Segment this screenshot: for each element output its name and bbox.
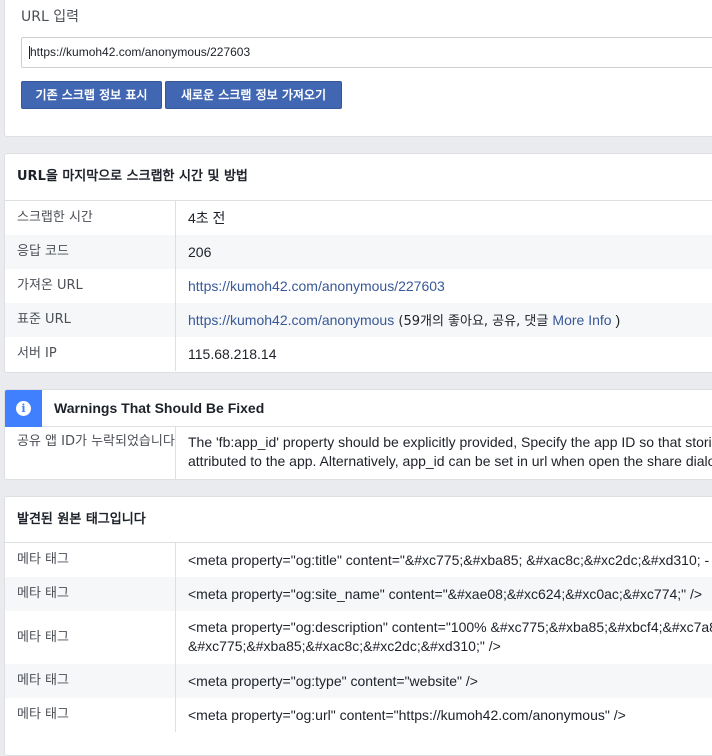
warning-message: The 'fb:app_id' property should be expli…: [176, 427, 712, 479]
url-input-card: URL 입력 https://kumoh42.com/anonymous/227…: [4, 0, 712, 137]
scrape-info-card: URL을 마지막으로 스크랩한 시간 및 방법 스크랩한 시간 4초 전 응답 …: [4, 153, 712, 373]
more-info-link[interactable]: More Info: [552, 312, 611, 328]
scrape-info-title: URL을 마지막으로 스크랩한 시간 및 방법: [5, 154, 712, 201]
table-row: 공유 앱 ID가 누락되었습니다 The 'fb:app_id' propert…: [5, 427, 712, 479]
row-label: 스크랩한 시간: [5, 201, 176, 235]
table-row: 응답 코드 206: [5, 235, 712, 269]
canonical-url-cell: https://kumoh42.com/anonymous (59개의 좋아요,…: [176, 303, 712, 337]
response-code-value: 206: [188, 244, 212, 260]
server-ip-value: 115.68.218.14: [188, 346, 277, 362]
warning-message-line: The 'fb:app_id' property should be expli…: [188, 434, 712, 450]
meta-tag-line: &#xc775;&#xba85;&#xac8c;&#xc2dc;&#xd310;…: [188, 638, 501, 654]
table-row: 서버 IP 115.68.218.14: [5, 337, 712, 371]
row-label: 서버 IP: [5, 337, 176, 371]
table-row: 스크랩한 시간 4초 전: [5, 201, 712, 235]
show-existing-scrape-button[interactable]: 기존 스크랩 정보 표시: [21, 81, 162, 109]
table-row: 메타 태그 <meta property="og:type" content="…: [5, 664, 712, 698]
url-input[interactable]: https://kumoh42.com/anonymous/227603: [21, 37, 712, 68]
table-row: 표준 URL https://kumoh42.com/anonymous (59…: [5, 303, 712, 337]
url-input-label: URL 입력: [21, 9, 79, 25]
canonical-url-link[interactable]: https://kumoh42.com/anonymous: [188, 312, 394, 328]
meta-tag-value: <meta property="og:site_name" content="&…: [188, 586, 703, 602]
warnings-card: i Warnings That Should Be Fixed 공유 앱 ID가…: [4, 389, 712, 480]
warnings-title: Warnings That Should Be Fixed: [54, 400, 265, 416]
scrape-time-value: 4초 전: [188, 210, 226, 226]
canonical-url-stats: (59개의 좋아요, 공유, 댓글: [394, 314, 553, 329]
raw-tags-title: 발견된 원본 태그입니다: [5, 497, 712, 543]
fetched-url-link[interactable]: https://kumoh42.com/anonymous/227603: [188, 278, 445, 294]
table-row: 메타 태그 <meta property="og:url" content="h…: [5, 698, 712, 732]
table-row: 메타 태그 <meta property="og:site_name" cont…: [5, 577, 712, 611]
meta-tag-value: <meta property="og:description" content=…: [176, 611, 712, 664]
warning-message-line: attributed to the app. Alternatively, ap…: [188, 453, 712, 469]
table-row: 메타 태그 <meta property="og:title" content=…: [5, 543, 712, 577]
meta-tag-line: <meta property="og:description" content=…: [188, 619, 712, 635]
meta-tag-value: <meta property="og:type" content="websit…: [188, 673, 478, 689]
warning-label: 공유 앱 ID가 누락되었습니다: [5, 427, 176, 479]
meta-tag-value: <meta property="og:url" content="https:/…: [188, 707, 626, 723]
row-label: 응답 코드: [5, 235, 176, 269]
row-label: 가져온 URL: [5, 269, 176, 303]
fetch-new-scrape-button[interactable]: 새로운 스크랩 정보 가져오기: [165, 81, 342, 109]
row-label: 메타 태그: [5, 577, 176, 611]
row-label: 메타 태그: [5, 543, 176, 577]
table-row: 메타 태그 <meta property="og:description" co…: [5, 611, 712, 664]
warnings-header: i Warnings That Should Be Fixed: [5, 390, 712, 427]
info-icon-box: i: [5, 390, 42, 427]
row-label: 메타 태그: [5, 664, 176, 698]
info-icon: i: [16, 400, 31, 416]
fetched-url-cell: https://kumoh42.com/anonymous/227603: [176, 269, 712, 303]
raw-tags-card: 발견된 원본 태그입니다 메타 태그 <meta property="og:ti…: [4, 496, 712, 756]
row-label: 메타 태그: [5, 611, 176, 664]
row-label: 메타 태그: [5, 698, 176, 732]
canonical-url-stats-end: ): [611, 312, 621, 328]
row-label: 표준 URL: [5, 303, 176, 337]
meta-tag-value: <meta property="og:title" content="&#xc7…: [188, 552, 710, 568]
table-row: 가져온 URL https://kumoh42.com/anonymous/22…: [5, 269, 712, 303]
